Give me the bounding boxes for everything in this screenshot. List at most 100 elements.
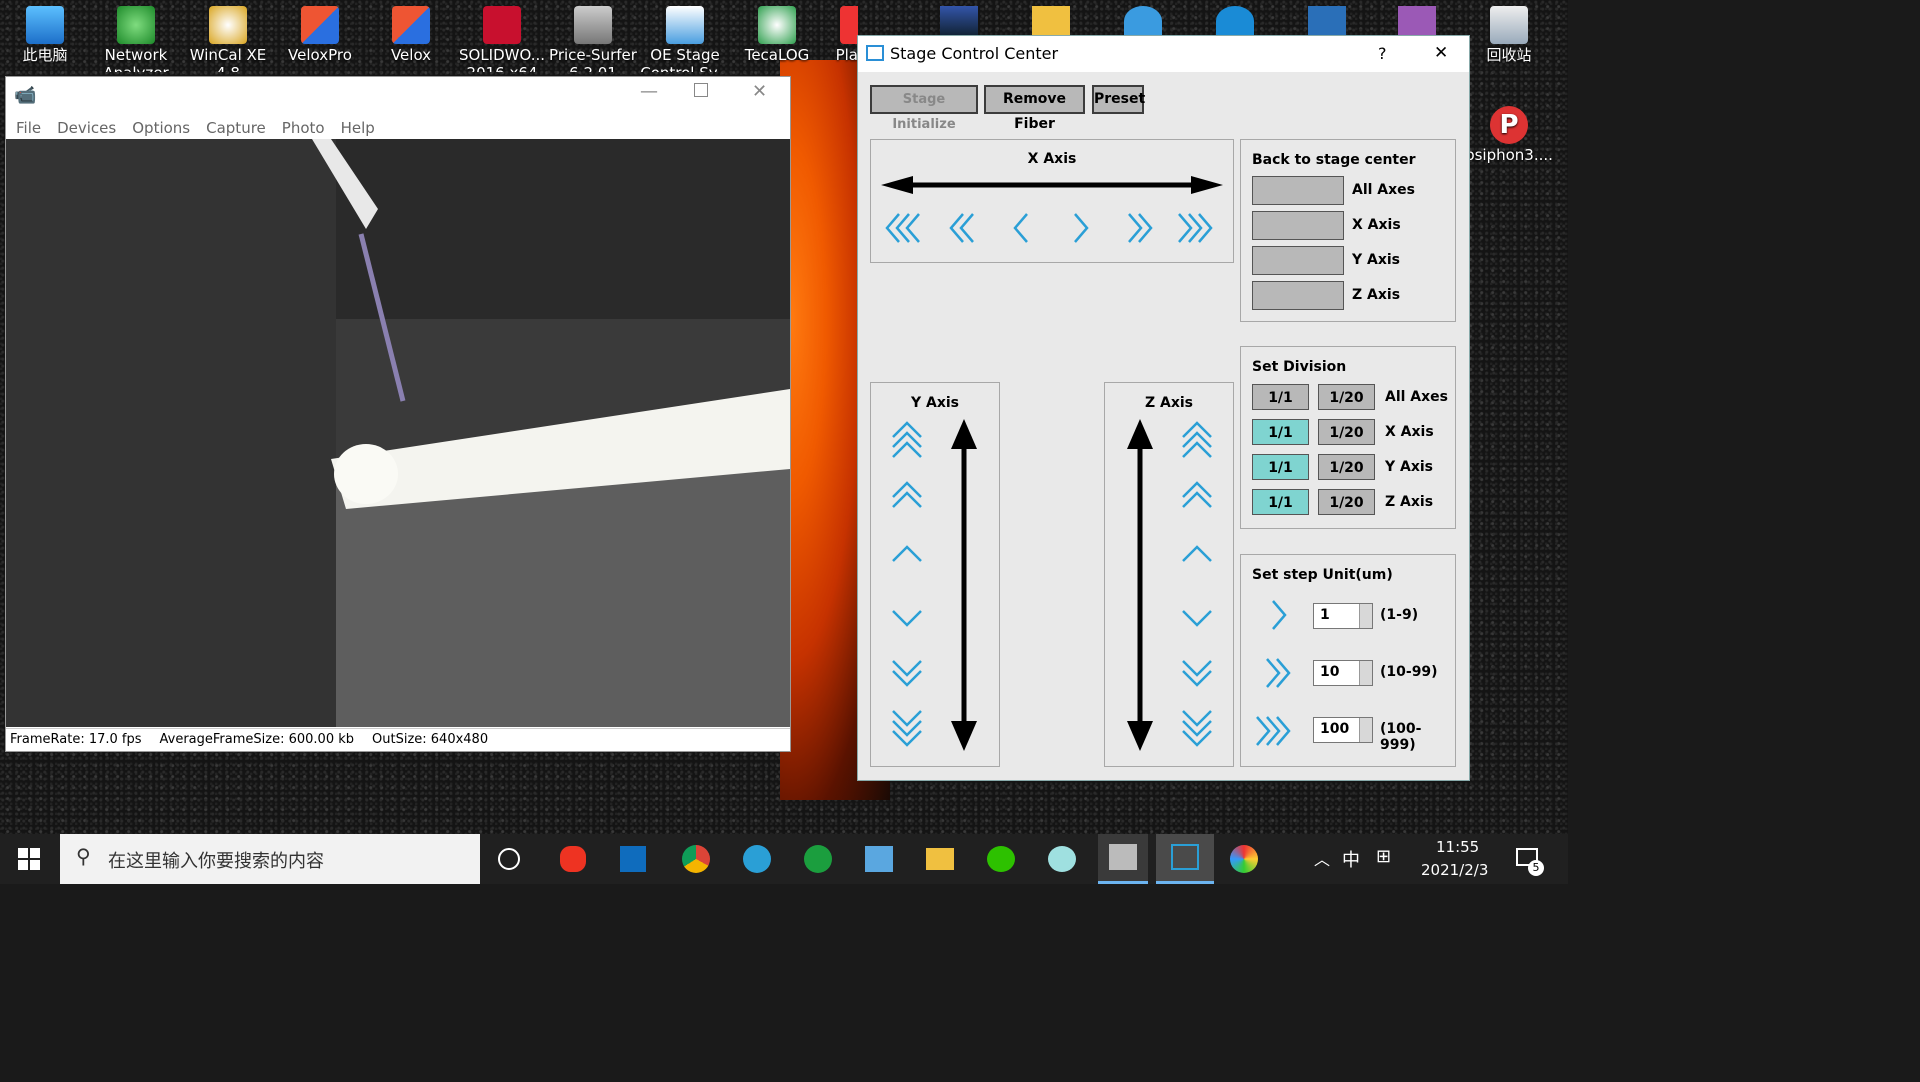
app-taskbar-icon[interactable]	[560, 846, 586, 872]
y-axis-label: Y Axis	[910, 395, 959, 411]
minimize-button[interactable]: —	[640, 81, 658, 102]
start-button[interactable]	[18, 848, 40, 870]
app-icon	[1308, 6, 1346, 36]
preset-button[interactable]: Preset	[1092, 85, 1145, 114]
back-x-axis-button[interactable]	[1252, 211, 1344, 240]
x-left-slow-icon[interactable]	[1013, 213, 1028, 243]
y-down-medium-icon[interactable]	[892, 660, 922, 687]
step-1-icon[interactable]	[1272, 600, 1287, 630]
cortana-icon[interactable]	[498, 848, 520, 870]
z-up-fast-icon[interactable]	[1182, 421, 1212, 458]
spin-arrows-icon[interactable]	[1359, 661, 1372, 685]
step-100-range: (100-999)	[1380, 721, 1422, 753]
div-y-1-20-button[interactable]: 1/20	[1318, 454, 1375, 480]
spin-arrows-icon[interactable]	[1359, 718, 1372, 742]
stage-initialize-button[interactable]: Stage Initialize	[870, 85, 978, 132]
file-explorer-icon[interactable]	[926, 848, 954, 870]
remove-fiber-button[interactable]: Remove Fiber	[984, 85, 1085, 132]
feishu-icon[interactable]	[743, 845, 771, 873]
y-up-fast-icon[interactable]	[892, 421, 922, 458]
desktop-icon-recycle-bin[interactable]: 回收站	[1464, 0, 1554, 64]
desktop-icon-wincal[interactable]: WinCal XE 4.8	[183, 0, 273, 72]
menu-photo[interactable]: Photo	[274, 117, 333, 139]
paint-icon[interactable]	[1230, 845, 1258, 873]
y-up-slow-icon[interactable]	[892, 545, 922, 562]
div-all-1-1-button[interactable]: 1/1	[1252, 384, 1309, 410]
step-1-spinbox[interactable]: 1	[1313, 603, 1373, 629]
back-all-axes-button[interactable]	[1252, 176, 1344, 205]
x-axis-label: X Axis	[1027, 151, 1077, 167]
back-z-axis-button[interactable]	[1252, 281, 1344, 310]
menu-file[interactable]: File	[8, 117, 49, 139]
clock-time[interactable]: 11:55	[1436, 838, 1479, 856]
chrome-icon[interactable]	[682, 845, 710, 873]
desktop-icon-pla[interactable]: Pla	[810, 0, 858, 64]
y-up-medium-icon[interactable]	[892, 481, 922, 508]
desktop-icon-velox[interactable]: Velox	[366, 0, 456, 64]
x-right-medium-icon[interactable]	[1128, 213, 1153, 243]
chevron-up-icon[interactable]: ︿	[1314, 846, 1330, 870]
z-down-fast-icon[interactable]	[1182, 710, 1212, 747]
step-100-icon[interactable]	[1256, 716, 1291, 746]
desktop-icon-tecalog[interactable]: TecaLOG	[732, 0, 822, 64]
x-left-medium-icon[interactable]	[949, 213, 974, 243]
step-10-spinbox[interactable]: 10	[1313, 660, 1373, 686]
app-taskbar-icon[interactable]	[1048, 846, 1076, 872]
spin-arrows-icon[interactable]	[1359, 604, 1372, 628]
desktop-icon-this-pc[interactable]: 此电脑	[0, 0, 90, 64]
help-button[interactable]: ?	[1378, 44, 1387, 63]
stage-taskbar-button[interactable]	[1156, 834, 1214, 884]
close-button[interactable]: ✕	[1434, 43, 1448, 63]
z-up-medium-icon[interactable]	[1182, 481, 1212, 508]
desktop-icon-solidworks[interactable]: SOLIDWO... 2016 x64	[457, 0, 547, 72]
z-axis-controls	[1127, 419, 1212, 751]
desktop-icon-psiphon[interactable]: P psiphon3....	[1464, 100, 1554, 164]
outlook-icon[interactable]	[620, 846, 646, 872]
x-left-fast-icon[interactable]	[885, 213, 920, 243]
div-z-label: Z Axis	[1385, 494, 1434, 510]
app-taskbar-icon[interactable]	[804, 845, 832, 873]
x-right-fast-icon[interactable]	[1178, 213, 1213, 243]
clock-date[interactable]: 2021/2/3	[1421, 861, 1488, 879]
div-y-1-1-button[interactable]: 1/1	[1252, 454, 1309, 480]
desktop-icon-veloxpro[interactable]: VeloxPro	[275, 0, 365, 64]
menu-capture[interactable]: Capture	[198, 117, 274, 139]
x-right-slow-icon[interactable]	[1074, 213, 1089, 243]
menu-options[interactable]: Options	[124, 117, 198, 139]
set-division-group: Set Division 1/1 1/20 All Axes 1/1 1/20 …	[1240, 346, 1456, 529]
z-axis-label: Z Axis	[1144, 395, 1194, 411]
y-down-fast-icon[interactable]	[892, 710, 922, 747]
div-z-1-1-button[interactable]: 1/1	[1252, 489, 1309, 515]
div-z-1-20-button[interactable]: 1/20	[1318, 489, 1375, 515]
back-to-center-label: Back to stage center	[1252, 152, 1416, 168]
camera-taskbar-button[interactable]	[1098, 834, 1148, 884]
camera-app-icon	[1109, 844, 1137, 870]
step-10-icon[interactable]	[1266, 658, 1291, 688]
camera-titlebar: 📹 — ✕	[6, 77, 790, 117]
y-down-slow-icon[interactable]	[892, 610, 922, 627]
div-all-1-20-button[interactable]: 1/20	[1318, 384, 1375, 410]
z-up-slow-icon[interactable]	[1182, 545, 1212, 562]
z-down-medium-icon[interactable]	[1182, 660, 1212, 687]
app-taskbar-icon[interactable]	[865, 846, 893, 872]
ime-indicator[interactable]: 中	[1342, 846, 1360, 872]
wechat-icon[interactable]	[987, 846, 1015, 872]
desktop-icon-oe-stage[interactable]: OE Stage Control Sy...	[640, 0, 730, 72]
keyboard-icon[interactable]: ⊞	[1376, 846, 1391, 867]
back-y-axis-button[interactable]	[1252, 246, 1344, 275]
x-axis-controls	[885, 213, 1213, 243]
div-x-1-20-button[interactable]: 1/20	[1318, 419, 1375, 445]
desktop-icon-network-analyzer[interactable]: Network Analyzer	[91, 0, 181, 72]
div-x-1-1-button[interactable]: 1/1	[1252, 419, 1309, 445]
taskbar-search[interactable]: ⚲ 在这里输入你要搜索的内容	[60, 834, 480, 884]
out-size-text: OutSize: 640x480	[372, 732, 489, 747]
menu-devices[interactable]: Devices	[49, 117, 124, 139]
framerate-text: FrameRate: 17.0 fps	[10, 732, 142, 747]
menu-help[interactable]: Help	[333, 117, 383, 139]
z-down-slow-icon[interactable]	[1182, 610, 1212, 627]
close-button[interactable]: ✕	[752, 81, 767, 102]
maximize-button[interactable]	[694, 83, 708, 97]
desktop-icon-price-surfer[interactable]: Price-Surfer 6.2.01	[548, 0, 638, 72]
network-analyzer-icon	[117, 6, 155, 44]
step-100-spinbox[interactable]: 100	[1313, 717, 1373, 743]
